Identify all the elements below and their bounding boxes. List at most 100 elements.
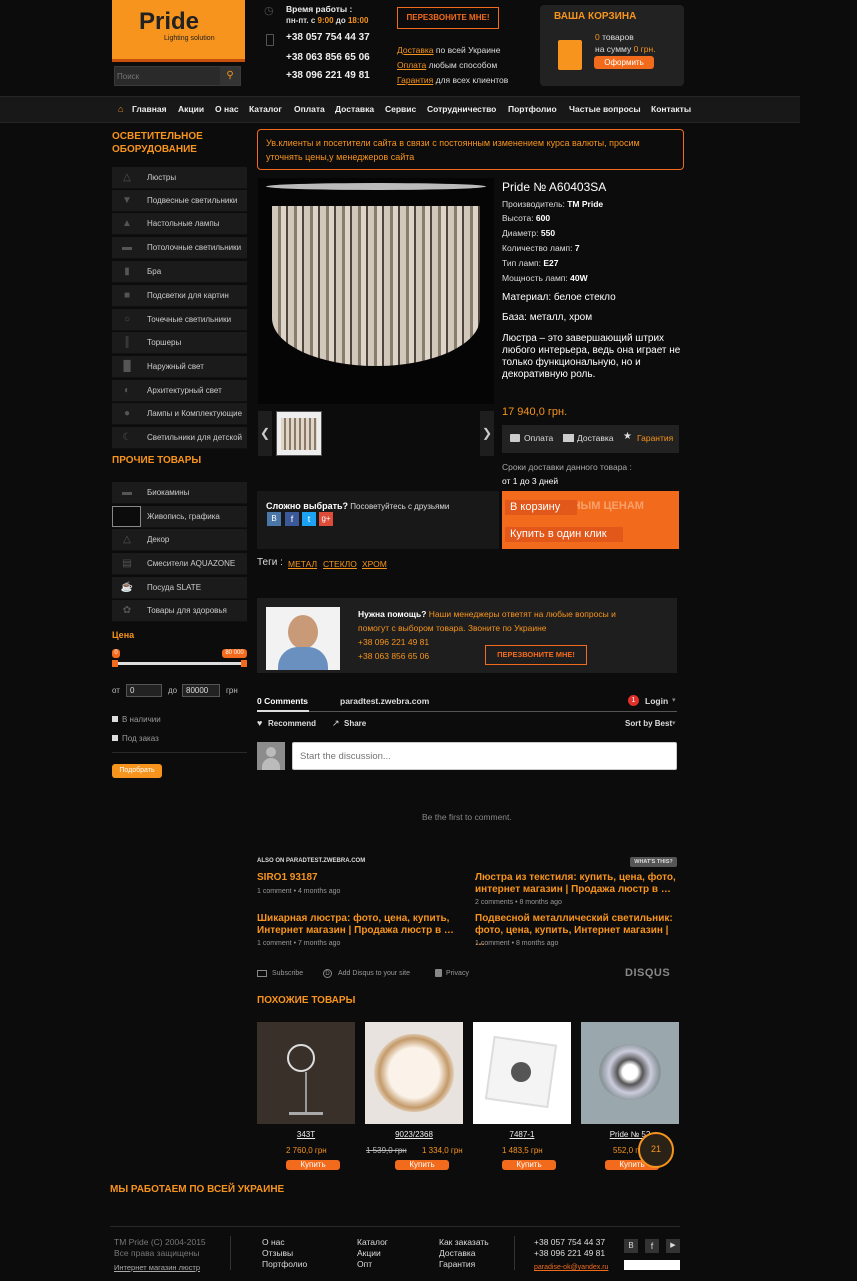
nav-delivery[interactable]: Доставка [335, 104, 374, 114]
in-stock-checkbox[interactable] [112, 716, 118, 722]
comment-input[interactable] [292, 742, 677, 770]
buy-one-click-button[interactable]: Купить в один клик [505, 527, 623, 542]
similar-item-1-image[interactable] [257, 1022, 355, 1124]
sidebar-item-spot[interactable]: ○ Точечные светильники [112, 309, 247, 331]
nav-portfolio[interactable]: Портфолио [508, 104, 557, 114]
cart-box[interactable]: ВАША КОРЗИНА 0 товаров на сумму 0 грн. О… [540, 5, 684, 86]
nav-cooperation[interactable]: Сотрудничество [427, 104, 496, 114]
tab-warranty[interactable]: Гарантия [637, 433, 673, 443]
related-thread-2[interactable]: Люстра из текстиля: купить, цена, фото, … [475, 872, 680, 896]
sidebar-item-table-lamps[interactable]: ▲ Настольные лампы [112, 213, 247, 235]
login-button[interactable]: Login [645, 696, 668, 706]
delivery-link[interactable]: Доставка [397, 45, 434, 55]
filter-button[interactable]: Подобрать [112, 764, 162, 778]
sidebar-item-faucets[interactable]: ▤ Смесители AQUAZONE [112, 553, 247, 575]
gplus-share-icon[interactable]: g+ [319, 512, 333, 526]
search-icon[interactable]: ⚲ [220, 67, 240, 85]
sidebar-item-chandeliers[interactable]: △ Люстры [112, 167, 247, 189]
comments-count[interactable]: 0 Comments [257, 696, 308, 706]
related-thread-3[interactable]: Шикарная люстра: фото, цена, купить, Инт… [257, 913, 462, 937]
search-input[interactable] [117, 69, 217, 83]
add-disqus-link[interactable]: Add Disqus to your site [338, 970, 410, 977]
twitter-share-icon[interactable]: t [302, 512, 316, 526]
sidebar-item-dishes[interactable]: ☕ Посуда SLATE [112, 577, 247, 599]
payment-link[interactable]: Оплата [397, 60, 426, 70]
footer-link-portfolio[interactable]: Портфолио [262, 1259, 307, 1269]
whats-this-badge[interactable]: WHAT'S THIS? [630, 857, 677, 867]
nav-payment[interactable]: Оплата [294, 104, 325, 114]
similar-item-1-buy[interactable]: Купить [286, 1160, 340, 1170]
on-order-checkbox[interactable] [112, 735, 118, 741]
product-image[interactable] [258, 178, 494, 404]
similar-item-2-name[interactable]: 9023/2368 [365, 1130, 463, 1139]
search-box[interactable]: ⚲ [114, 66, 241, 86]
checkout-button[interactable]: Оформить [594, 56, 654, 69]
nav-faq[interactable]: Частые вопросы [569, 104, 641, 114]
tag-metal[interactable]: МЕТАЛ [288, 559, 317, 569]
sidebar-item-health[interactable]: ✿ Товары для здоровья [112, 600, 247, 622]
sidebar-item-ceiling[interactable]: ▬ Потолочные светильники [112, 237, 247, 259]
similar-item-3-buy[interactable]: Купить [502, 1160, 556, 1170]
footer-facebook-icon[interactable]: f [645, 1239, 659, 1253]
price-from-input[interactable] [126, 684, 162, 697]
footer-email[interactable]: paradise-ok@yandex.ru [534, 1264, 608, 1271]
facebook-share-icon[interactable]: f [285, 512, 299, 526]
similar-item-2-image[interactable] [365, 1022, 463, 1124]
footer-youtube-icon[interactable]: ▶ [666, 1239, 680, 1253]
notification-badge[interactable]: 1 [628, 695, 639, 706]
scroll-counter-button[interactable]: 21 [638, 1132, 674, 1168]
sidebar-item-kids[interactable]: ☾ Светильники для детской [112, 427, 247, 449]
header-phone-2[interactable]: +38 063 856 65 06 [286, 52, 370, 63]
footer-link-delivery[interactable]: Доставка [439, 1248, 476, 1258]
sidebar-item-floor[interactable]: ║ Торшеры [112, 332, 247, 354]
gallery-prev[interactable]: ❮ [258, 411, 272, 456]
tab-payment[interactable]: Оплата [524, 433, 553, 443]
nav-service[interactable]: Сервис [385, 104, 416, 114]
home-icon[interactable]: ⌂ [118, 104, 123, 114]
sidebar-item-picture-lights[interactable]: ■ Подсветки для картин [112, 285, 247, 307]
footer-link-promo[interactable]: Акции [357, 1248, 381, 1258]
price-to-input[interactable] [182, 684, 220, 697]
footer-phone-2[interactable]: +38 096 221 49 81 [534, 1248, 605, 1258]
help-phone-2[interactable]: +38 063 856 65 06 [358, 651, 429, 661]
nav-catalog[interactable]: Каталог [249, 104, 282, 114]
nav-contacts[interactable]: Контакты [651, 104, 691, 114]
gallery-next[interactable]: ❯ [480, 411, 494, 456]
help-callback-button[interactable]: ПЕРЕЗВОНИТЕ МНЕ! [485, 645, 587, 665]
price-slider[interactable] [114, 662, 245, 665]
logo[interactable]: Pride Lighting solution [112, 0, 245, 62]
similar-item-3-image[interactable] [473, 1022, 571, 1124]
add-to-cart-button[interactable]: В корзину [505, 500, 577, 515]
subscribe-link[interactable]: Subscribe [272, 970, 303, 977]
footer-link-about[interactable]: О нас [262, 1237, 285, 1247]
gallery-thumb[interactable] [276, 411, 322, 456]
sidebar-item-biofireplaces[interactable]: ▬ Биокамины [112, 482, 247, 504]
nav-promo[interactable]: Акции [178, 104, 204, 114]
tag-glass[interactable]: СТЕКЛО [323, 559, 357, 569]
warranty-link[interactable]: Гарантия [397, 75, 433, 85]
header-phone-1[interactable]: +38 057 754 44 37 [286, 32, 370, 43]
share-button[interactable]: Share [344, 719, 366, 728]
disqus-site-name[interactable]: paradtest.zwebra.com [340, 696, 429, 706]
nav-about[interactable]: О нас [215, 104, 239, 114]
tab-delivery[interactable]: Доставка [577, 433, 614, 443]
footer-link-warranty[interactable]: Гарантия [439, 1259, 475, 1269]
sidebar-item-architectural[interactable]: ◐ Архитектурный свет [112, 380, 247, 402]
sidebar-item-decor[interactable]: △ Декор [112, 529, 247, 551]
privacy-link[interactable]: Privacy [446, 970, 469, 977]
nav-home[interactable]: Главная [132, 104, 167, 114]
help-phone-1[interactable]: +38 096 221 49 81 [358, 637, 429, 647]
related-thread-1[interactable]: SIRO1 93187 [257, 872, 462, 884]
tag-chrome[interactable]: ХРОМ [362, 559, 387, 569]
footer-link-how-to-order[interactable]: Как заказать [439, 1237, 489, 1247]
footer-shop-link[interactable]: Интернет магазин люстр [114, 1263, 200, 1272]
vk-share-icon[interactable]: B [267, 512, 281, 526]
sort-dropdown[interactable]: Sort by Best [625, 719, 672, 728]
footer-vk-icon[interactable]: B [624, 1239, 638, 1253]
sidebar-item-outdoor[interactable]: █ Наружный свет [112, 356, 247, 378]
footer-link-reviews[interactable]: Отзывы [262, 1248, 293, 1258]
similar-item-4-image[interactable] [581, 1022, 679, 1124]
sidebar-item-bulbs[interactable]: ● Лампы и Комплектующие [112, 403, 247, 425]
disqus-logo[interactable]: DISQUS [625, 967, 670, 979]
sidebar-item-painting[interactable]: Живопись, графика [112, 506, 247, 528]
